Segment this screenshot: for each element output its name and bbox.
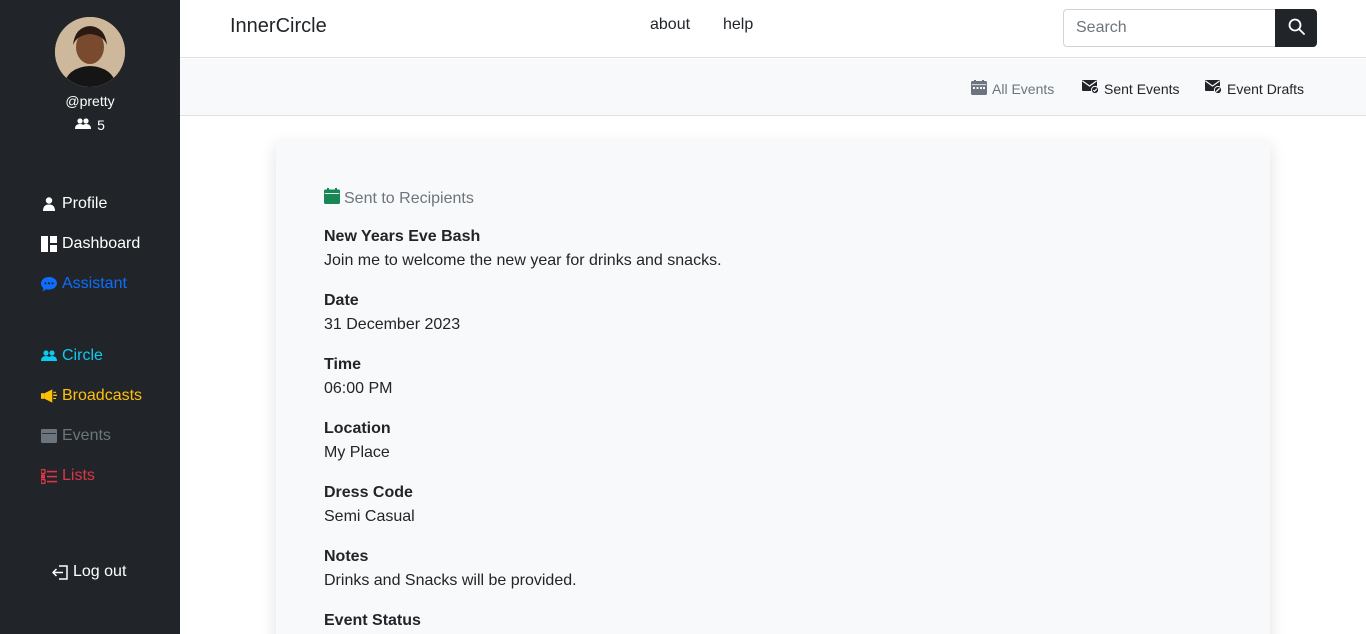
tab-sent-events[interactable]: Sent Events [1082,80,1180,97]
field-value: 31 December 2023 [324,316,461,333]
field-value: 06:00 PM [324,380,393,397]
avatar[interactable] [55,17,125,87]
user-icon [41,196,57,212]
circle-count: 5 [0,117,180,133]
circle-count-value: 5 [97,117,105,133]
sidebar-item-broadcasts[interactable]: Broadcasts [41,387,142,405]
sidebar-item-profile[interactable]: Profile [41,195,107,213]
event-title: New Years Eve Bash [324,228,481,245]
field-label: Dress Code [324,484,413,501]
envelope-draft-icon [1205,80,1223,97]
tab-label: Event Drafts [1227,80,1305,97]
sidebar-item-label: Assistant [62,275,127,292]
field-label: Date [324,292,359,309]
sidebar-item-label: Broadcasts [62,387,143,404]
sidebar-item-label: Dashboard [62,235,141,252]
event-field-dress-code: Dress Code Semi Casual [324,481,415,529]
sidebar-item-assistant[interactable]: Assistant [41,275,127,293]
field-label: Time [324,356,362,373]
calendar-icon [324,188,340,209]
sidebar-item-label: Events [62,427,111,444]
search-input[interactable] [1063,9,1275,47]
sidebar-item-events[interactable]: Events [41,427,111,445]
field-value: Drinks and Snacks will be provided. [324,572,577,589]
field-label: Notes [324,548,369,565]
dashboard-icon [41,236,57,252]
logout-icon [52,564,68,580]
search-button[interactable] [1275,9,1317,47]
users-icon [75,117,92,133]
sidebar: @pretty 5 Profile Dashboard Assistant Ci… [0,0,180,634]
user-handle: @pretty [65,93,115,109]
event-field-status: Event Status [324,609,421,633]
field-value: Semi Casual [324,508,415,525]
sidebar-item-lists[interactable]: Lists [41,467,95,485]
search-form [1063,9,1317,47]
megaphone-icon [41,388,57,404]
help-link[interactable]: help [723,16,753,34]
list-icon [41,468,57,484]
event-field-date: Date 31 December 2023 [324,289,460,337]
envelope-check-icon [1082,80,1100,97]
event-status-text: Sent to Recipients [344,189,474,207]
event-title-block: New Years Eve Bash Join me to welcome th… [324,225,722,273]
event-status-indicator: Sent to Recipients [324,188,474,209]
tab-label: All Events [992,81,1055,97]
users-icon [41,348,57,364]
event-card: Sent to Recipients New Years Eve Bash Jo… [276,140,1270,634]
top-navbar: InnerCircle about help [180,0,1366,58]
chat-icon [41,276,57,292]
sidebar-item-circle[interactable]: Circle [41,347,103,365]
sidebar-item-label: Profile [62,195,108,212]
tab-all-events[interactable]: All Events [971,80,1054,98]
event-field-time: Time 06:00 PM [324,353,392,401]
field-label: Location [324,420,391,437]
sidebar-item-label: Circle [62,347,103,364]
field-value: My Place [324,444,390,461]
events-subnav: All Events Sent Events Event Drafts [180,59,1366,116]
event-field-notes: Notes Drinks and Snacks will be provided… [324,545,577,593]
brand-logo[interactable]: InnerCircle [230,15,327,38]
tab-label: Sent Events [1104,80,1180,97]
about-link[interactable]: about [650,16,690,34]
event-field-location: Location My Place [324,417,391,465]
calendar-week-icon [971,80,987,98]
field-label: Event Status [324,612,421,629]
logout-label: Log out [73,563,127,580]
sidebar-item-label: Lists [62,467,95,484]
sidebar-item-dashboard[interactable]: Dashboard [41,235,140,253]
event-description: Join me to welcome the new year for drin… [324,252,722,269]
wallet-icon [41,428,57,444]
search-icon [1288,18,1305,38]
logout-button[interactable]: Log out [52,563,126,581]
tab-event-drafts[interactable]: Event Drafts [1205,80,1304,97]
